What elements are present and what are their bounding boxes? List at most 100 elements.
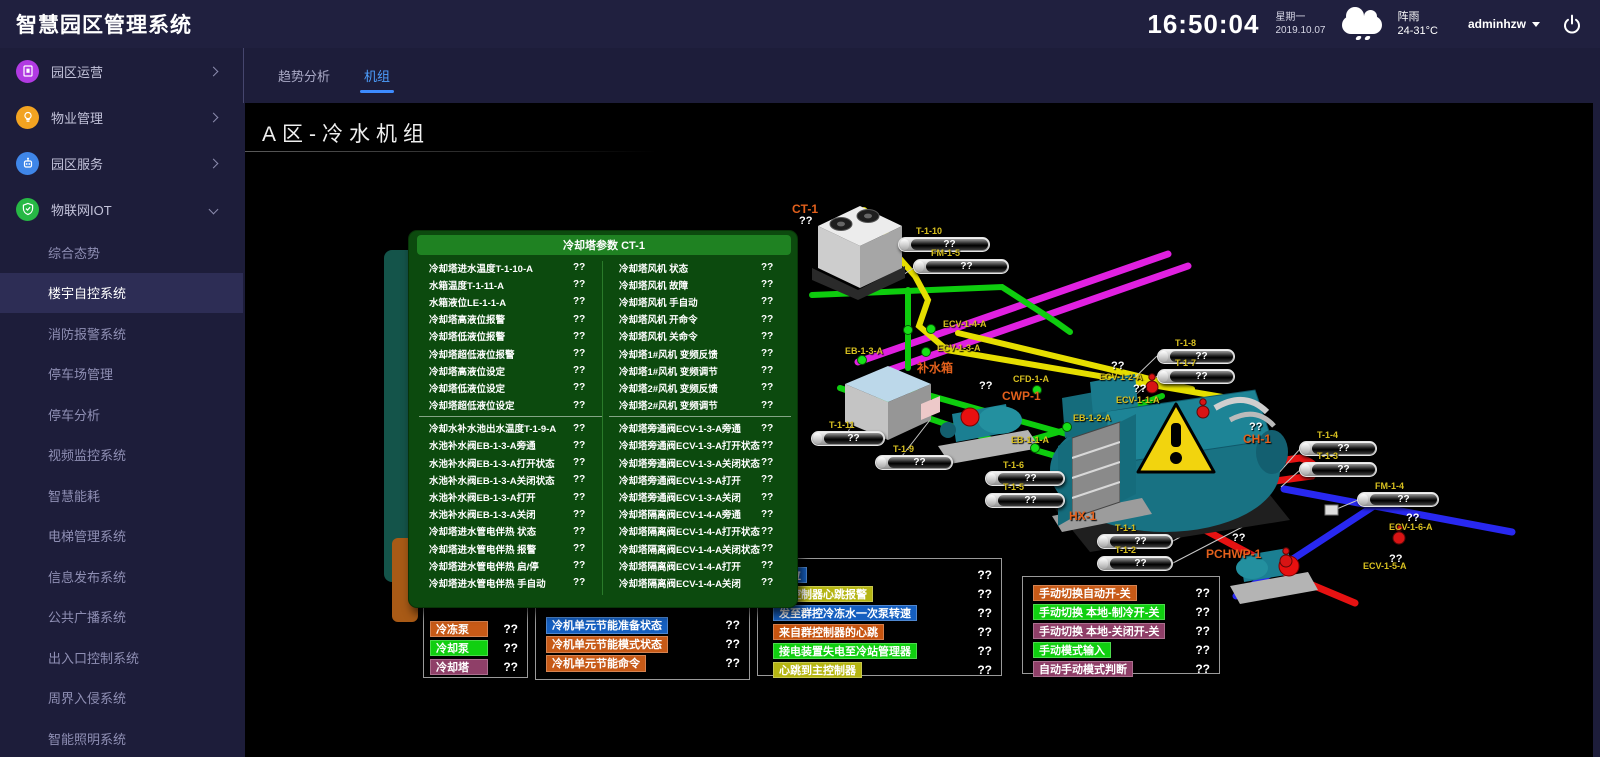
param-label: 冷却塔1#风机 变频调节 [619,364,761,378]
diagram-label: 补水箱 [917,359,953,376]
status-chip: 来自群控制器的心跳 [773,624,884,640]
param-label: 冷却水补水池出水温度T-1-9-A [429,421,573,435]
sidebar-group-0[interactable]: 园区运营 [0,48,243,94]
status-value: ?? [725,656,749,670]
status-value: ?? [1195,662,1219,676]
status-value: ?? [503,660,527,674]
sidebar-item[interactable]: 智慧能耗 [0,475,243,516]
param-label: 冷却塔2#风机 变频调节 [619,398,761,412]
param-value: ?? [573,400,603,411]
param-value: ?? [573,509,603,520]
param-label: 冷却塔超低液位设定 [429,398,573,412]
sidebar-item[interactable]: 出入口控制系统 [0,637,243,678]
sidebar-group-2[interactable]: 园区服务 [0,140,243,186]
param-label: 冷却塔进水管电伴热 手自动 [429,576,573,590]
param-value: ?? [761,423,791,434]
param-row: 冷却塔旁通阀ECV-1-3-A打开?? [609,471,791,488]
param-value: ?? [573,543,603,554]
param-value: ?? [573,440,603,451]
param-value: ?? [761,440,791,451]
param-row: 冷却塔风机 开命令?? [609,311,791,328]
sidebar-item[interactable]: 消防报警系统 [0,313,243,354]
param-row: 冷却塔高液位设定?? [419,362,603,379]
sidebar-item[interactable]: 停车场管理 [0,354,243,395]
service-icon [16,152,39,175]
param-value: ?? [573,331,603,342]
power-button[interactable] [1562,14,1582,34]
gauge-tag: T-1-6 [1003,460,1024,470]
status-row: 冷机单元节能准备状态?? [536,617,749,633]
gauge-value: ?? [1312,464,1375,475]
status-chip: 手动切换 本地-关闭开-关 [1033,623,1165,639]
param-value: ?? [761,492,791,503]
sidebar-item[interactable]: 周界入侵系统 [0,678,243,719]
weather-temp: 24-31°C [1398,24,1438,38]
gauge-tag: T-1-2 [1115,545,1136,555]
status-row: 手动切换自动开-关?? [1023,585,1219,601]
status-row: 发至群控冷冻水一次泵转速?? [758,605,1001,621]
param-label: 水池补水阀EB-1-3-A打开 [429,490,573,504]
diagram-value: ?? [1111,360,1124,372]
param-label: 冷却塔进水温度T-1-10-A [429,261,573,275]
param-row: 冷却塔隔离阀ECV-1-4-A旁通?? [609,506,791,523]
param-label: 冷却塔隔离阀ECV-1-4-A关闭状态 [619,542,761,556]
status-value: ?? [1195,643,1219,657]
title-underline [245,151,657,152]
gauge-tag: T-1-7 [1175,358,1196,368]
diagram-value: ?? [1133,383,1146,395]
param-label: 冷却塔风机 手自动 [619,295,761,309]
gauge-cap [987,473,996,484]
sidebar-item[interactable]: 信息发布系统 [0,556,243,597]
sidebar-group-3[interactable]: 物联网IOT [0,186,243,232]
diagram-label: CWP-1 [1002,389,1041,403]
param-row: 冷却塔旁通阀ECV-1-3-A关闭?? [609,488,791,505]
param-value: ?? [573,474,603,485]
gauge-value: ?? [888,457,951,468]
sidebar-item[interactable]: 停车分析 [0,394,243,435]
sidebar-item[interactable]: 电梯管理系统 [0,516,243,557]
cloud-rain-icon [1342,16,1382,34]
chevron-down-icon [1532,22,1540,27]
status-chip: 冷机单元节能命令 [546,655,646,672]
status-chip: 心跳到主控制器 [773,662,862,678]
gauge-cap [1159,351,1168,362]
diagram-label: CH-1 [1243,432,1271,446]
gauge-pill: ?? [1157,369,1235,384]
gauge-tag: FM-1-5 [931,248,960,258]
status-row: 冷机单元节能模式状态?? [536,636,749,652]
param-label: 冷却塔隔离阀ECV-1-4-A打开状态 [619,524,761,538]
tab[interactable]: 机组 [364,48,390,103]
param-label: 冷却塔隔离阀ECV-1-4-A旁通 [619,507,761,521]
param-row: 冷却塔旁通阀ECV-1-3-A打开状态?? [609,437,791,454]
status-row: 心跳到主控制器?? [758,662,1001,678]
param-label: 冷却塔2#风机 变频反馈 [619,381,761,395]
gauge-cap [987,495,996,506]
status-row: 自动手动模式判断?? [1023,661,1219,677]
param-row: 冷却塔超低液位设定?? [419,397,603,414]
sidebar-item[interactable]: 智能照明系统 [0,718,243,757]
param-value: ?? [761,348,791,359]
gauge-value: ?? [1110,558,1171,569]
sidebar-group-1[interactable]: 物业管理 [0,94,243,140]
diagram-label: ECV-1-3-A [937,343,981,353]
status-chip: 接电装置失电至冷站管理器 [773,643,917,659]
status-row: 手动切换 本地-制冷开-关?? [1023,604,1219,620]
sidebar-group-label: 物业管理 [51,108,103,127]
sidebar-item[interactable]: 公共广播系统 [0,597,243,638]
param-row: 冷却塔进水管电伴热 手自动?? [419,574,603,591]
diagram-label: EB-1-3-A [845,346,883,356]
weather-box: 阵雨 24-31°C [1398,10,1438,38]
tab[interactable]: 趋势分析 [278,48,330,103]
param-value: ?? [761,279,791,290]
gauge-cap [813,433,822,444]
param-row: 冷却塔2#风机 变频调节?? [609,397,791,414]
sidebar-item[interactable]: 楼宇自控系统 [0,273,243,314]
gauge-value: ?? [926,261,1007,272]
user-menu[interactable]: adminhzw [1468,17,1540,31]
sidebar-item[interactable]: 综合态势 [0,232,243,273]
param-column-left: 冷却塔进水温度T-1-10-A??水箱温度T-1-11-A??水箱液位LE-1-… [419,259,603,592]
status-chip: 手动模式输入 [1033,642,1111,658]
sidebar-item[interactable]: 视频监控系统 [0,435,243,476]
gauge-tag: T-1-10 [916,226,942,236]
param-label: 冷却塔高液位报警 [429,312,573,326]
